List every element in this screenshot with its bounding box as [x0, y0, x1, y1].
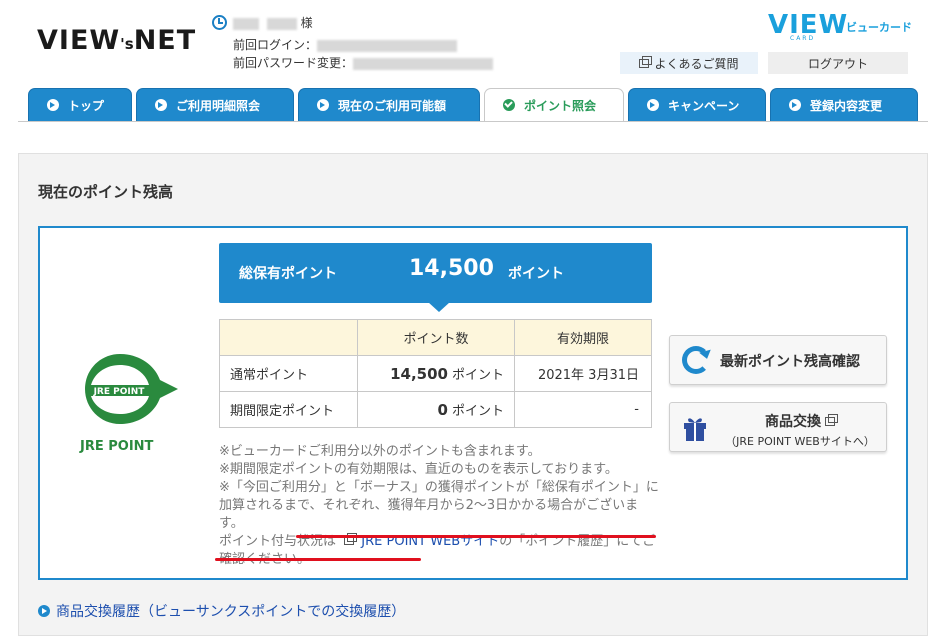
total-points-label: 総保有ポイント [239, 266, 337, 282]
row-expiry: - [514, 391, 652, 428]
total-points-value: 14,500 [409, 256, 494, 281]
gift-icon [684, 418, 706, 441]
view-card-sub: CARD [790, 35, 816, 42]
tab-registration[interactable]: 登録内容変更 [770, 88, 918, 121]
arrow-circle-icon [647, 99, 659, 111]
note-line: ※期間限定ポイントの有効期限は、直近のものを表示しております。 [219, 462, 618, 477]
tab-available-amount[interactable]: 現在のご利用可能額 [298, 88, 480, 121]
view-card-label: ビューカード [846, 21, 912, 34]
arrow-circle-icon [155, 99, 167, 111]
viewsnet-logo[interactable]: VIEW'sNET [37, 25, 196, 56]
banner-pointer [428, 302, 450, 312]
check-circle-icon [503, 99, 515, 111]
notes: ※ビューカードご利用分以外のポイントも含まれます。 ※期間限定ポイントの有効期限… [219, 443, 659, 569]
logout-button[interactable]: ログアウト [768, 52, 908, 74]
arrow-circle-icon [317, 99, 329, 111]
arrow-circle-icon [38, 605, 50, 617]
exchange-history-link[interactable]: 商品交換履歴（ビューサンクスポイントでの交換履歴） [38, 601, 405, 621]
jre-point-logo: JRE POINT [85, 354, 178, 424]
row-points: 0 ポイント [357, 391, 515, 428]
refresh-points-button[interactable]: 最新ポイント残高確認 [669, 335, 887, 385]
svg-text:JRE POINT: JRE POINT [93, 387, 146, 397]
table-header: ポイント数 [357, 319, 515, 356]
row-label: 期間限定ポイント [219, 391, 358, 428]
note-line: ポイント付与状況は JRE POINT WEBサイトの「ポイント履歴」にてご確認… [219, 533, 656, 567]
tab-divider [18, 121, 928, 122]
table-header: 有効期限 [514, 319, 652, 356]
last-password-change: 前回パスワード変更： [233, 54, 494, 71]
tab-statement[interactable]: ご利用明細照会 [136, 88, 294, 121]
row-label: 通常ポイント [219, 355, 358, 392]
row-expiry: 2021年 3月31日 [514, 355, 652, 392]
total-points-unit: ポイント [508, 266, 564, 282]
tab-top[interactable]: トップ [28, 88, 132, 121]
jre-point-label: JRE POINT [80, 439, 154, 454]
user-name: 様 [233, 14, 313, 31]
tab-campaign[interactable]: キャンペーン [628, 88, 766, 121]
arrow-circle-icon [47, 99, 59, 111]
main-nav-tabs: トップ ご利用明細照会 現在のご利用可能額 ポイント照会 キャンペーン 登録内容… [28, 88, 918, 122]
external-link-icon [639, 55, 653, 68]
table-row: 期間限定ポイント 0 ポイント - [219, 391, 652, 428]
exchange-button[interactable]: 商品交換 （JRE POINT WEBサイトへ） [669, 402, 887, 452]
masked-value [317, 39, 458, 52]
section-title: 現在のポイント残高 [38, 183, 174, 201]
table-row: 通常ポイント 14,500 ポイント 2021年 3月31日 [219, 355, 652, 392]
points-table: ポイント数 有効期限 通常ポイント 14,500 ポイント 2021年 3月31日… [219, 319, 652, 428]
annotation-underline [296, 535, 656, 538]
refresh-icon [682, 346, 710, 374]
tab-points[interactable]: ポイント照会 [484, 88, 624, 122]
masked-name [266, 17, 297, 30]
masked-name [233, 17, 259, 30]
table-header [219, 319, 358, 356]
clock-icon [212, 15, 227, 30]
last-login: 前回ログイン： [233, 36, 458, 53]
arrow-circle-icon [789, 99, 801, 111]
table-header-row: ポイント数 有効期限 [219, 319, 652, 356]
row-points: 14,500 ポイント [357, 355, 515, 392]
faq-button[interactable]: よくあるご質問 [620, 52, 758, 74]
masked-value [353, 57, 494, 70]
annotation-underline [215, 558, 421, 561]
external-link-icon [825, 413, 838, 426]
note-line: ※ビューカードご利用分以外のポイントも含まれます。 [219, 444, 541, 459]
note-line: ※「今回ご利用分」と「ボーナス」の獲得ポイントが「総保有ポイント」に加算されるま… [219, 480, 659, 531]
total-points-banner: 総保有ポイント 14,500 ポイント [219, 243, 652, 312]
